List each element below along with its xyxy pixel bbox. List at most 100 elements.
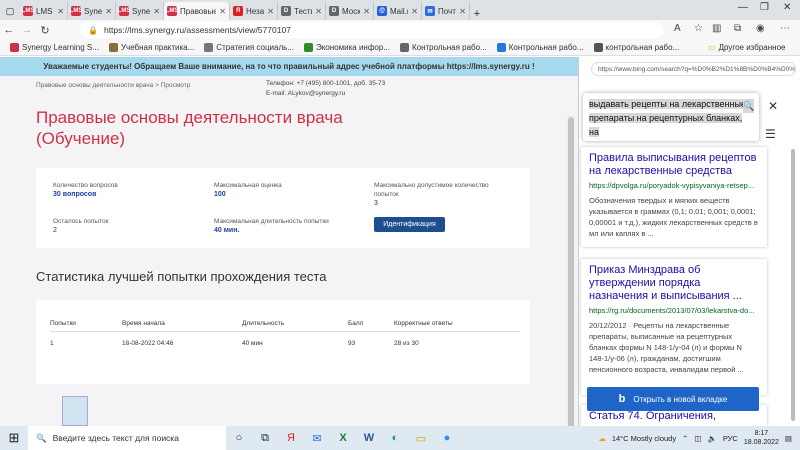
bookmark-item[interactable]: Стратегия социаль...	[204, 43, 294, 52]
tab-3[interactable]: LMSПравовые основы✕	[164, 2, 230, 20]
sidebar-search-box[interactable]: выдавать рецепты на лекарственные препар…	[583, 93, 759, 141]
contact-email[interactable]: E-mail: ALykov@synergy.ru	[266, 89, 385, 99]
close-tab-icon[interactable]: ✕	[267, 7, 274, 16]
page-scrollbar-thumb[interactable]	[568, 117, 574, 426]
windows-start-icon[interactable]: ⊞	[0, 430, 28, 446]
sidebar-url[interactable]: https://www.bing.com/search?q=%D0%B2%D1%…	[591, 62, 796, 76]
result-title[interactable]: Статья 74. Ограничения, налагаемые на ме…	[589, 410, 759, 426]
other-favorites[interactable]: ▭ Другое избранное	[708, 43, 785, 52]
result-title[interactable]: Правила выписывания рецептов на лекарств…	[589, 152, 759, 178]
minimize-icon[interactable]: —	[738, 2, 748, 13]
result-title[interactable]: Приказ Минздрава об утверждении порядка …	[589, 264, 759, 303]
yandex-browser-icon[interactable]: Я	[278, 426, 304, 450]
search-result-2[interactable]: Приказ Минздрава об утверждении порядка …	[581, 259, 767, 395]
zoom-icon[interactable]: ●	[434, 426, 460, 450]
tab-favicon-icon: D	[281, 6, 291, 16]
close-tab-icon[interactable]: ✕	[105, 7, 112, 16]
identification-button[interactable]: Идентификация	[374, 217, 445, 232]
url-text: https://lms.synergy.ru/assessments/view/…	[103, 25, 291, 35]
question-count: Количество вопросов 30 вопросов	[53, 181, 118, 199]
close-tab-icon[interactable]: ✕	[315, 7, 322, 16]
tab-0[interactable]: LMSLMS Synergy✕	[20, 2, 68, 20]
max-score: Максимальная оценка 100	[214, 181, 282, 199]
folder-icon: ▭	[708, 43, 716, 52]
hamburger-menu-icon[interactable]: ☰	[765, 127, 776, 141]
table-row: 1 18-08-2022 04:46 40 мин 93 28 из 30	[50, 332, 520, 356]
network-icon[interactable]: ◫	[694, 434, 701, 443]
bookmark-item[interactable]: контрольная рабо...	[593, 43, 679, 52]
contact-info: Телефон: +7 (495) 800-1001, доб. 35-73 E…	[266, 79, 385, 99]
question-count-value: 30 вопросов	[53, 191, 97, 198]
tab-title: Почта Mail.ru	[438, 6, 456, 16]
collections-icon[interactable]: ⧉	[734, 23, 741, 34]
tab-8[interactable]: ✉Почта Mail.ru✕	[422, 2, 470, 20]
max-score-value: 100	[214, 191, 226, 198]
taskbar-search-placeholder: Введите здесь текст для поиска	[52, 433, 179, 443]
breadcrumb[interactable]: Правовые основы деятельности врача > Про…	[36, 82, 190, 89]
word-icon[interactable]: W	[356, 426, 382, 450]
bookmark-item[interactable]: Контрольная рабо...	[399, 43, 487, 52]
open-in-new-tab-button[interactable]: b Открыть в новой вкладке	[587, 387, 759, 411]
forward-icon: →	[21, 24, 33, 36]
search-icon[interactable]: 🔍	[743, 99, 755, 113]
close-icon[interactable]: ✕	[768, 99, 778, 113]
taskbar-search[interactable]: 🔍 Введите здесь текст для поиска	[28, 426, 226, 450]
tab-title: Тесты по биологии	[294, 6, 312, 16]
attempts-table: Попытки Время начала Длительность Балл Корре…	[50, 316, 520, 355]
close-tab-icon[interactable]: ✕	[57, 7, 64, 16]
task-view-icon[interactable]: ⧉	[252, 426, 278, 450]
close-tab-icon[interactable]: ✕	[459, 7, 466, 16]
lock-icon: 🔒	[88, 25, 98, 35]
favorite-star-icon[interactable]: ☆	[694, 23, 703, 34]
cortana-icon[interactable]: ○	[226, 426, 252, 450]
maximize-icon[interactable]: ❐	[760, 2, 769, 13]
page-scrollbar[interactable]	[567, 115, 575, 426]
result-snippet: 20/12/2012 · Рецепты на лекарственные пр…	[589, 321, 744, 374]
close-tab-icon[interactable]: ✕	[411, 7, 418, 16]
tab-list: LMSLMS Synergy✕LMSSynergy Learning✕LMSSy…	[20, 2, 470, 20]
volume-icon[interactable]: 🔈	[707, 434, 716, 443]
refresh-icon[interactable]: ↻	[36, 24, 54, 37]
split-screen-icon[interactable]: ▥	[712, 23, 721, 34]
weather-text[interactable]: 14°C Mostly cloudy	[612, 434, 676, 443]
url-field[interactable]: 🔒 https://lms.synergy.ru/assessments/vie…	[80, 22, 664, 38]
tab-5[interactable]: DТесты по биологии✕	[278, 2, 326, 20]
stats-heading: Статистика лучшей попытки прохождения те…	[36, 269, 327, 284]
bookmark-item[interactable]: Synergy Learning S...	[10, 43, 99, 52]
document-thumbnail[interactable]	[62, 396, 88, 426]
excel-icon[interactable]: X	[330, 426, 356, 450]
table-cell: 28 из 30	[394, 340, 419, 347]
profile-icon[interactable]: ◉	[756, 23, 765, 34]
attempts-left: Осталось попыток 2	[53, 217, 108, 235]
clock[interactable]: 8:17 18.08.2022	[744, 429, 779, 447]
tab-6[interactable]: DМосковский✕	[326, 2, 374, 20]
max-duration-value: 40 мин.	[214, 227, 240, 234]
sidebar-scrollbar[interactable]	[791, 149, 795, 421]
close-tab-icon[interactable]: ✕	[219, 7, 226, 16]
notifications-icon[interactable]: ▤	[785, 434, 792, 443]
bookmark-list: Synergy Learning S... Учебная практика...…	[0, 43, 679, 52]
tab-2[interactable]: LMSSynergy Learning✕	[116, 2, 164, 20]
close-window-icon[interactable]: ✕	[783, 2, 791, 13]
search-result-1[interactable]: Правила выписывания рецептов на лекарств…	[581, 147, 767, 247]
explorer-icon[interactable]: ▭	[408, 426, 434, 450]
tab-7[interactable]: @Mail.ru: почта✕	[374, 2, 422, 20]
more-icon[interactable]: ⋯	[780, 23, 790, 34]
bookmark-item[interactable]: Учебная практика...	[108, 43, 194, 52]
back-icon[interactable]: ←	[0, 24, 18, 36]
close-tab-icon[interactable]: ✕	[153, 7, 160, 16]
tab-title: Synergy Learning	[132, 6, 151, 16]
close-tab-icon[interactable]: ✕	[363, 7, 370, 16]
tab-4[interactable]: ЯНезависимая✕	[230, 2, 278, 20]
tray-up-icon[interactable]: ⌃	[682, 434, 688, 443]
max-attempts-value: 3	[374, 200, 378, 207]
read-aloud-icon[interactable]: A	[674, 23, 681, 34]
new-tab-button[interactable]: +	[470, 8, 484, 20]
tab-1[interactable]: LMSSynergy Learning✕	[68, 2, 116, 20]
tab-actions-icon[interactable]: ▢	[0, 2, 20, 20]
language-indicator[interactable]: РУС	[723, 434, 738, 443]
bookmark-item[interactable]: Экономика инфор...	[303, 43, 390, 52]
mail-icon[interactable]: ✉	[304, 426, 330, 450]
bookmark-item[interactable]: Контрольная рабо...	[496, 43, 584, 52]
edge-icon[interactable]: ◐	[382, 426, 408, 450]
